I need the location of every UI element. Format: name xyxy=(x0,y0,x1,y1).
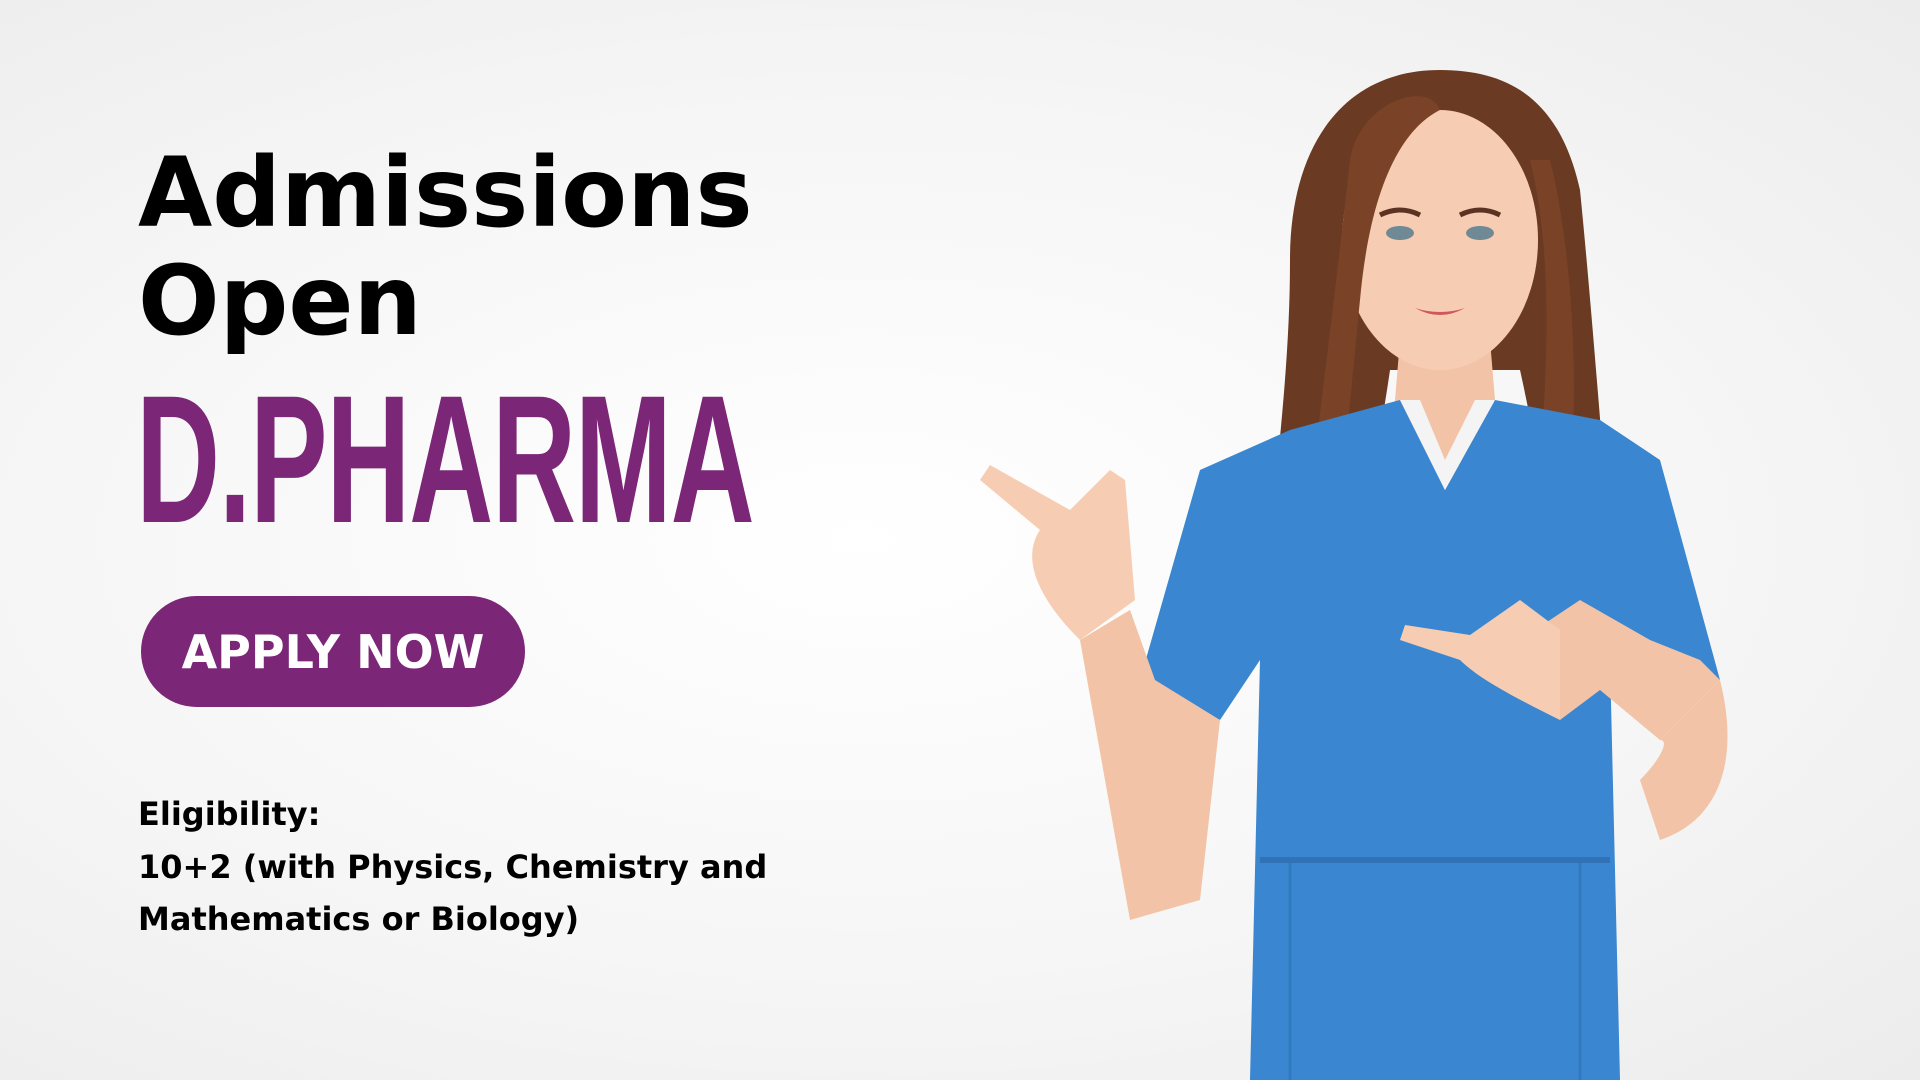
eligibility-line-1: 10+2 (with Physics, Chemistry and xyxy=(138,848,768,886)
headline-open: Open xyxy=(138,245,422,357)
program-title: D.PHARMA xyxy=(136,357,755,561)
eligibility-title: Eligibility: xyxy=(138,795,321,833)
eligibility-line-2: Mathematics or Biology) xyxy=(138,900,580,938)
pointing-hand-up xyxy=(980,465,1135,640)
headline-admissions: Admissions xyxy=(138,137,753,249)
nurse-photo xyxy=(980,70,1728,1080)
apply-now-button[interactable]: APPLY NOW xyxy=(141,596,525,707)
scrubs-top xyxy=(1140,400,1720,1080)
